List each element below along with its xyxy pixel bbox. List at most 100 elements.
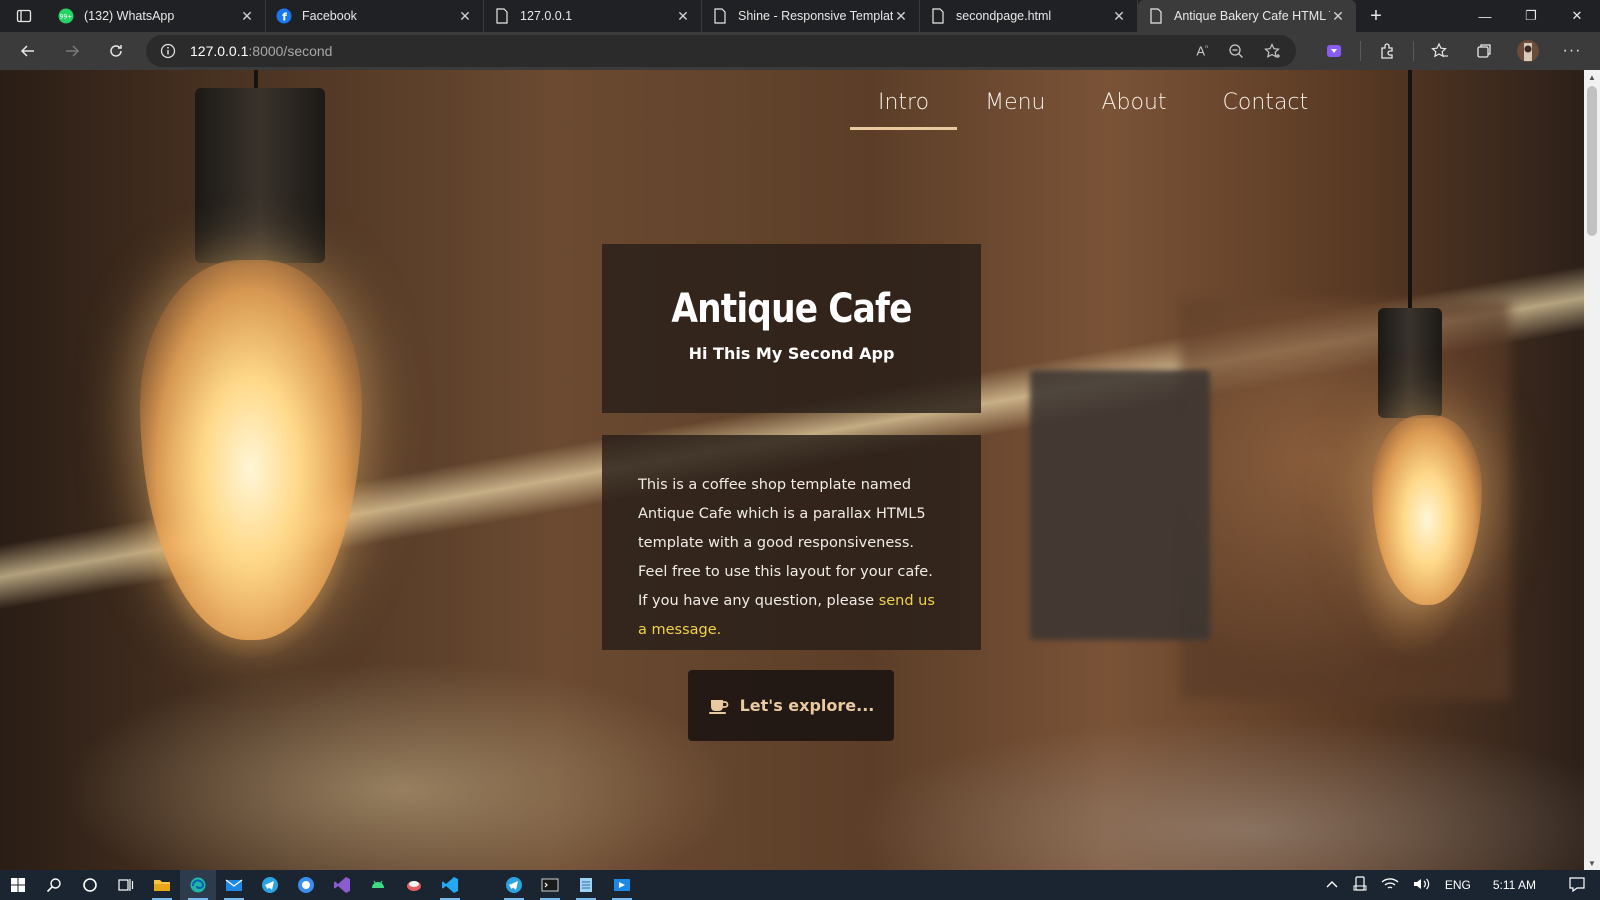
device-icon[interactable] — [1353, 875, 1367, 895]
page-icon — [494, 8, 510, 24]
scroll-up-arrow-icon[interactable]: ▲ — [1584, 70, 1600, 84]
toolbar-right: ··· — [1316, 32, 1590, 70]
page-icon — [712, 8, 728, 24]
restore-icon: ❐ — [1525, 8, 1537, 23]
tab-shine-template[interactable]: Shine - Responsive Template | ✕ — [702, 0, 920, 32]
collections-icon — [1477, 44, 1491, 58]
scrollbar-thumb[interactable] — [1587, 86, 1597, 236]
taskbar-android-studio[interactable] — [360, 870, 396, 900]
chevron-up-icon[interactable] — [1325, 878, 1339, 892]
refresh-icon — [110, 45, 122, 57]
close-tab-icon[interactable]: ✕ — [1330, 8, 1346, 24]
task-view-button[interactable] — [108, 870, 144, 900]
hero-box: Antique Cafe Hi This My Second App — [602, 244, 981, 413]
lamp-socket — [195, 88, 325, 263]
extensions-button[interactable] — [1369, 35, 1405, 67]
mail-icon — [225, 879, 243, 891]
explore-button[interactable]: Let's explore... — [688, 670, 894, 741]
refresh-button[interactable] — [94, 33, 138, 69]
tab-actions-button[interactable] — [0, 0, 48, 32]
tab-title: Facebook — [302, 9, 357, 23]
input-language[interactable]: ENG — [1445, 878, 1471, 892]
scroll-down-arrow-icon[interactable]: ▼ — [1584, 856, 1600, 870]
lamp-socket — [1378, 308, 1442, 418]
cortana-circle-icon — [83, 878, 97, 892]
taskbar-file-explorer[interactable] — [144, 870, 180, 900]
close-tab-icon[interactable]: ✕ — [239, 8, 255, 24]
toolbar-divider — [1360, 41, 1361, 61]
address-bar-actions: Aⁿ — [1196, 35, 1282, 67]
close-tab-icon[interactable]: ✕ — [1111, 8, 1127, 24]
tab-whatsapp[interactable]: 99+ (132) WhatsApp ✕ — [48, 0, 266, 32]
nav-menu[interactable]: Menu — [957, 80, 1073, 127]
nav-intro[interactable]: Intro — [850, 80, 958, 130]
profile-button[interactable] — [1510, 35, 1546, 67]
taskbar-notepad[interactable] — [568, 870, 604, 900]
favorites-button[interactable] — [1422, 35, 1458, 67]
taskbar-telegram-2[interactable] — [496, 870, 532, 900]
facebook-icon: f — [276, 8, 292, 24]
whatsapp-icon: 99+ — [58, 8, 74, 24]
taskbar-vscode[interactable] — [432, 870, 468, 900]
plus-icon: + — [1370, 4, 1382, 27]
minimize-button[interactable]: — — [1462, 0, 1508, 32]
terminal-icon — [541, 878, 559, 892]
zoom-out-icon[interactable] — [1228, 43, 1244, 59]
tab-localhost[interactable]: 127.0.0.1 ✕ — [484, 0, 702, 32]
settings-more-button[interactable]: ··· — [1554, 35, 1590, 67]
back-arrow-icon — [20, 45, 34, 57]
nav-contact[interactable]: Contact — [1195, 80, 1337, 127]
tab-title: (132) WhatsApp — [84, 9, 175, 23]
url-path: :8000/second — [248, 43, 333, 59]
taskbar-telegram[interactable] — [252, 870, 288, 900]
wifi-icon[interactable] — [1381, 877, 1399, 894]
nav-about[interactable]: About — [1074, 80, 1195, 127]
clock-time[interactable]: 5:11 AM — [1493, 878, 1536, 892]
favorites-star-icon — [1431, 42, 1448, 58]
task-view-icon — [118, 879, 134, 891]
new-tab-button[interactable]: + — [1356, 0, 1396, 32]
url-host: 127.0.0.1 — [190, 43, 249, 59]
restore-button[interactable]: ❐ — [1508, 0, 1554, 32]
close-tab-icon[interactable]: ✕ — [893, 8, 909, 24]
puzzle-icon — [1381, 43, 1393, 59]
taskbar-spacer — [468, 870, 496, 900]
search-button[interactable] — [36, 870, 72, 900]
back-button[interactable] — [6, 33, 50, 69]
tab-antique-bakery[interactable]: Antique Bakery Cafe HTML Te ✕ — [1138, 0, 1356, 32]
edge-browser-icon — [190, 877, 206, 893]
taskbar-app-blue[interactable] — [288, 870, 324, 900]
forward-button[interactable] — [50, 33, 94, 69]
start-button[interactable] — [0, 870, 36, 900]
read-aloud-icon[interactable]: Aⁿ — [1196, 43, 1208, 58]
collections-button[interactable] — [1466, 35, 1502, 67]
remote-desktop-icon — [614, 879, 630, 891]
telegram-icon — [262, 877, 278, 893]
add-favorite-icon[interactable] — [1264, 43, 1282, 59]
search-icon — [46, 878, 61, 893]
more-icon: ··· — [1562, 42, 1582, 59]
cortana-button[interactable] — [72, 870, 108, 900]
taskbar-terminal[interactable] — [532, 870, 568, 900]
taskbar-app-pink[interactable] — [396, 870, 432, 900]
svg-text:f: f — [282, 11, 287, 24]
tab-title: secondpage.html — [956, 9, 1052, 23]
site-info-icon[interactable] — [160, 43, 176, 59]
tab-secondpage[interactable]: secondpage.html ✕ — [920, 0, 1138, 32]
taskbar-edge[interactable] — [180, 870, 216, 900]
volume-icon[interactable] — [1413, 877, 1431, 894]
notification-button[interactable] — [1568, 876, 1586, 895]
folder-icon — [154, 880, 170, 891]
close-tab-icon[interactable]: ✕ — [675, 8, 691, 24]
taskbar-remote-app[interactable] — [604, 870, 640, 900]
taskbar-visual-studio[interactable] — [324, 870, 360, 900]
page-scrollbar[interactable]: ▲ ▼ — [1584, 70, 1600, 870]
taskbar-mail[interactable] — [216, 870, 252, 900]
close-window-button[interactable]: ✕ — [1554, 0, 1600, 32]
extension-button[interactable] — [1316, 35, 1352, 67]
address-bar[interactable]: 127.0.0.1:8000/second Aⁿ — [146, 35, 1296, 67]
tab-facebook[interactable]: f Facebook ✕ — [266, 0, 484, 32]
tab-actions-icon — [16, 9, 32, 23]
close-tab-icon[interactable]: ✕ — [457, 8, 473, 24]
close-icon: ✕ — [1571, 8, 1583, 23]
